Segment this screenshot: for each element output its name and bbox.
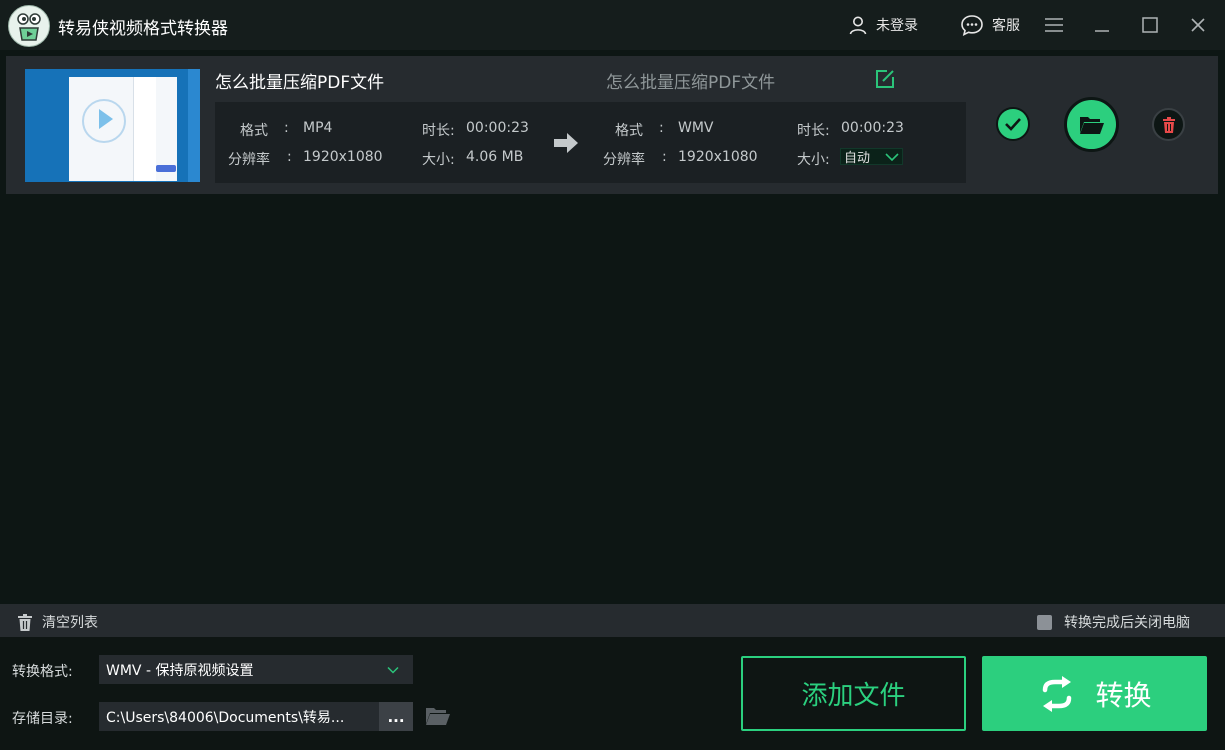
src-resolution-value: 1920x1080 bbox=[303, 149, 383, 165]
user-icon bbox=[849, 16, 867, 35]
shutdown-checkbox[interactable] bbox=[1037, 614, 1052, 630]
confirm-button[interactable] bbox=[996, 107, 1030, 141]
list-action-bar: 清空列表 转换完成后关闭电脑 bbox=[0, 604, 1225, 637]
check-icon bbox=[1005, 118, 1021, 131]
dst-resolution-label: 分辨率 bbox=[603, 152, 645, 168]
file-list-item: 怎么批量压缩PDF文件 怎么批量压缩PDF文件 格式 : MP4 分辨率 : 1… bbox=[6, 56, 1218, 194]
output-format-value: WMV - 保持原视频设置 bbox=[106, 662, 254, 679]
folder-open-icon[interactable] bbox=[425, 705, 451, 727]
src-size-value: 4.06 MB bbox=[466, 149, 524, 165]
video-thumbnail[interactable] bbox=[25, 69, 200, 182]
maximize-icon bbox=[1142, 17, 1158, 33]
convert-label: 转换 bbox=[1095, 678, 1152, 712]
dst-duration-value: 00:00:23 bbox=[841, 120, 904, 136]
menu-button[interactable] bbox=[1042, 13, 1066, 37]
media-info-panel: 格式 : MP4 分辨率 : 1920x1080 时长: 00:00:23 大小… bbox=[215, 102, 966, 183]
dst-resolution-value: 1920x1080 bbox=[678, 149, 758, 165]
output-dir-label: 存储目录: bbox=[12, 711, 73, 727]
login-button[interactable]: 未登录 bbox=[848, 14, 918, 36]
src-duration-value: 00:00:23 bbox=[466, 120, 529, 136]
app-title: 转易侠视频格式转换器 bbox=[58, 19, 228, 39]
login-label: 未登录 bbox=[876, 18, 918, 34]
arrow-right-icon bbox=[554, 133, 578, 153]
trash-icon bbox=[18, 613, 32, 631]
output-format-select[interactable]: WMV - 保持原视频设置 bbox=[99, 655, 413, 684]
trash-icon bbox=[1162, 116, 1175, 133]
dst-duration-label: 时长: bbox=[797, 123, 830, 139]
src-size-label: 大小: bbox=[422, 152, 455, 168]
source-file-name: 怎么批量压缩PDF文件 bbox=[215, 73, 385, 93]
src-format-value: MP4 bbox=[303, 120, 333, 136]
src-duration-label: 时长: bbox=[422, 123, 455, 139]
output-size-value: 自动 bbox=[844, 151, 871, 166]
customer-service-button[interactable]: 客服 bbox=[960, 14, 1020, 36]
convert-button[interactable]: 转换 bbox=[982, 656, 1207, 731]
src-resolution-label: 分辨率 bbox=[228, 152, 270, 168]
bottom-panel: 转换格式: WMV - 保持原视频设置 存储目录: C:\Users\84006… bbox=[0, 637, 1225, 750]
output-size-select[interactable]: 自动 bbox=[840, 148, 903, 166]
browse-dir-button[interactable]: ... bbox=[379, 702, 413, 731]
chat-bubble-icon bbox=[961, 15, 983, 36]
title-bar: 转易侠视频格式转换器 未登录 客服 bbox=[0, 0, 1225, 50]
src-format-label: 格式 bbox=[240, 123, 268, 139]
format-label: 转换格式: bbox=[12, 664, 73, 680]
dst-format-value: WMV bbox=[678, 120, 714, 136]
folder-open-icon bbox=[1079, 116, 1104, 134]
clear-list-label: 清空列表 bbox=[42, 615, 98, 631]
edit-icon[interactable] bbox=[874, 68, 896, 90]
output-file-name[interactable]: 怎么批量压缩PDF文件 bbox=[606, 68, 775, 93]
service-label: 客服 bbox=[992, 18, 1020, 34]
convert-arrows-icon bbox=[1043, 675, 1072, 712]
maximize-button[interactable] bbox=[1138, 13, 1162, 37]
close-icon bbox=[1191, 18, 1205, 32]
clear-list-button[interactable]: 清空列表 bbox=[17, 613, 98, 631]
delete-item-button[interactable] bbox=[1152, 108, 1185, 141]
hamburger-menu-icon bbox=[1045, 18, 1063, 32]
output-dir-field[interactable]: C:\Users\84006\Documents\转易... bbox=[99, 702, 379, 731]
chevron-down-icon bbox=[885, 152, 899, 161]
app-logo bbox=[8, 5, 50, 47]
dst-format-label: 格式 bbox=[615, 123, 643, 139]
shutdown-after-convert-toggle[interactable]: 转换完成后关闭电脑 bbox=[1037, 613, 1190, 631]
close-button[interactable] bbox=[1186, 13, 1210, 37]
dst-size-label: 大小: bbox=[797, 152, 830, 168]
minimize-icon bbox=[1095, 30, 1109, 32]
chevron-down-icon bbox=[387, 666, 399, 674]
play-icon bbox=[99, 109, 113, 129]
shutdown-label: 转换完成后关闭电脑 bbox=[1064, 615, 1190, 631]
add-file-button[interactable]: 添加文件 bbox=[741, 656, 966, 731]
open-folder-button[interactable] bbox=[1064, 97, 1119, 152]
minimize-button[interactable] bbox=[1090, 13, 1114, 37]
